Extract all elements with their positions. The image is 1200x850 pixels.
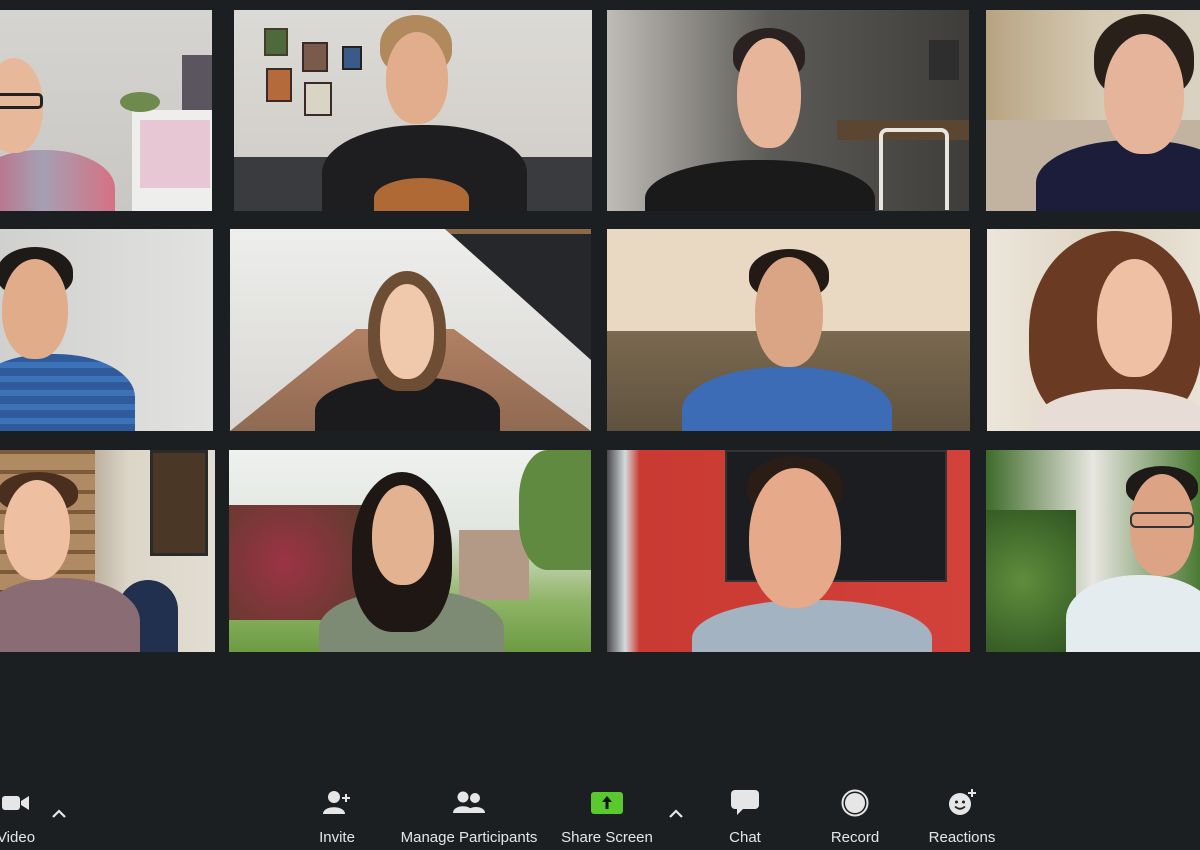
reactions-button[interactable]: Reactions	[922, 780, 1002, 850]
meeting-toolbar: Video Invite Manage Participants Share S…	[0, 780, 1200, 850]
share-options-chevron-icon[interactable]	[664, 802, 688, 826]
add-user-icon	[322, 784, 352, 822]
chat-icon	[731, 784, 759, 822]
video-options-chevron-icon[interactable]	[47, 802, 71, 826]
video-label: Video	[0, 829, 36, 846]
invite-button[interactable]: Invite	[307, 780, 367, 850]
record-icon	[841, 784, 869, 822]
chat-button[interactable]: Chat	[715, 780, 775, 850]
video-camera-icon	[2, 784, 30, 822]
participant-video-tile[interactable]	[0, 229, 213, 431]
record-button[interactable]: Record	[825, 780, 885, 850]
participant-video-tile[interactable]	[230, 229, 591, 431]
chat-label: Chat	[729, 829, 761, 846]
share-screen-icon	[591, 784, 623, 822]
participant-video-tile[interactable]	[607, 10, 969, 211]
add-reaction-icon	[947, 784, 977, 822]
participant-video-tile[interactable]	[234, 10, 592, 211]
participant-video-tile[interactable]	[607, 450, 970, 652]
participant-video-tile[interactable]	[0, 450, 215, 652]
participant-video-tile[interactable]	[229, 450, 591, 652]
share-screen-label: Share Screen	[561, 829, 653, 846]
participant-video-tile[interactable]	[986, 10, 1200, 211]
invite-label: Invite	[319, 829, 355, 846]
participants-icon	[453, 784, 485, 822]
manage-participants-button[interactable]: Manage Participants	[394, 780, 544, 850]
participant-video-tile[interactable]	[987, 229, 1200, 431]
manage-participants-label: Manage Participants	[400, 829, 538, 846]
share-screen-button[interactable]: Share Screen	[557, 780, 657, 850]
participant-video-tile[interactable]	[0, 10, 212, 211]
record-label: Record	[830, 829, 880, 846]
participant-video-tile[interactable]	[986, 450, 1200, 652]
reactions-label: Reactions	[928, 829, 996, 846]
video-button[interactable]: Video	[0, 780, 46, 850]
participant-video-tile[interactable]	[607, 229, 970, 431]
